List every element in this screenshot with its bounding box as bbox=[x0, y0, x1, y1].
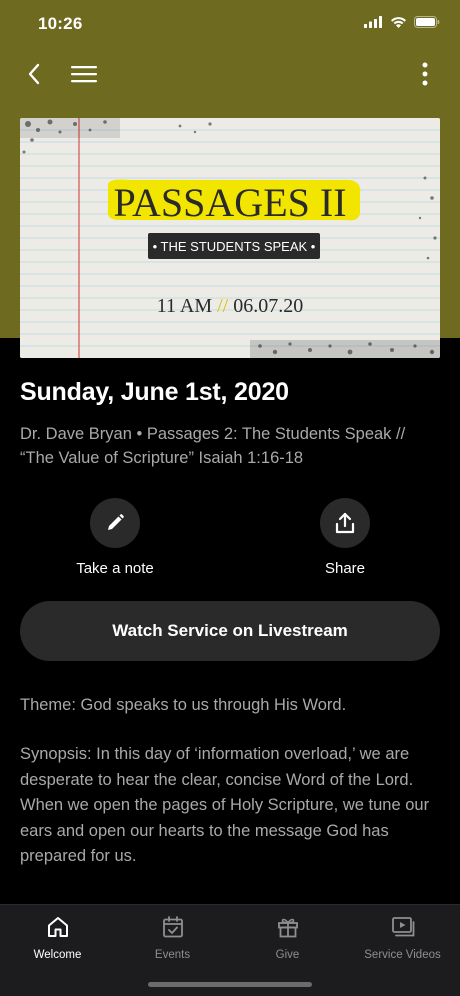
tab-welcome[interactable]: Welcome bbox=[0, 913, 115, 965]
tab-events[interactable]: Events bbox=[115, 913, 230, 965]
take-note-label: Take a note bbox=[76, 560, 154, 577]
take-note-button[interactable]: Take a note bbox=[55, 498, 175, 577]
sermon-subtitle: Dr. Dave Bryan • Passages 2: The Student… bbox=[20, 425, 406, 467]
take-note-circle[interactable] bbox=[90, 498, 140, 548]
hamburger-icon bbox=[71, 66, 97, 83]
signal-icon bbox=[364, 16, 382, 28]
watch-livestream-button[interactable]: Watch Service on Livestream bbox=[20, 601, 440, 661]
status-icons bbox=[364, 16, 440, 28]
status-time: 10:26 bbox=[38, 14, 83, 33]
gift-icon bbox=[277, 918, 298, 938]
share-circle[interactable] bbox=[320, 498, 370, 548]
tab-service-videos[interactable]: Service Videos bbox=[345, 913, 460, 965]
tab-welcome-label: Welcome bbox=[33, 949, 82, 961]
share-icon bbox=[335, 512, 355, 534]
hero-headline: PASSAGES II bbox=[113, 180, 346, 225]
video-library-icon bbox=[391, 917, 414, 937]
back-button[interactable] bbox=[12, 52, 56, 96]
hero-time: 11 AM bbox=[157, 295, 213, 317]
share-button[interactable]: Share bbox=[285, 498, 405, 577]
tab-give[interactable]: Give bbox=[230, 913, 345, 965]
hero-date: 06.07.20 bbox=[233, 295, 303, 317]
calendar-check-icon bbox=[162, 916, 183, 938]
tab-give-label: Give bbox=[275, 949, 300, 961]
menu-button[interactable] bbox=[62, 52, 106, 96]
home-icon bbox=[47, 917, 68, 937]
tab-events-label: Events bbox=[154, 949, 191, 961]
sermon-artwork-graphic: PASSAGES II • THE STUDENTS SPEAK • 11 AM… bbox=[20, 118, 440, 358]
home-indicator bbox=[148, 982, 312, 987]
hero-datetime: 11 AM // 06.07.20 bbox=[157, 295, 304, 317]
battery-icon bbox=[414, 16, 440, 28]
more-options-button[interactable] bbox=[403, 52, 447, 96]
pencil-icon bbox=[108, 514, 124, 530]
status-bar: 10:26 bbox=[0, 0, 460, 50]
hero-separator: // bbox=[217, 295, 229, 317]
hero-tagline: • THE STUDENTS SPEAK • bbox=[153, 239, 316, 254]
wifi-icon bbox=[391, 17, 406, 28]
chevron-left-icon bbox=[28, 63, 40, 85]
sermon-synopsis: Synopsis: In this day of ‘information ov… bbox=[20, 745, 430, 865]
sermon-artwork: PASSAGES II • THE STUDENTS SPEAK • 11 AM… bbox=[20, 118, 440, 358]
nav-bar bbox=[0, 52, 460, 96]
tab-service-videos-label: Service Videos bbox=[364, 949, 441, 961]
sermon-title: Sunday, June 1st, 2020 bbox=[20, 378, 289, 406]
share-label: Share bbox=[324, 560, 366, 577]
more-vertical-icon bbox=[422, 62, 428, 86]
sermon-theme: Theme: God speaks to us through His Word… bbox=[20, 696, 347, 714]
